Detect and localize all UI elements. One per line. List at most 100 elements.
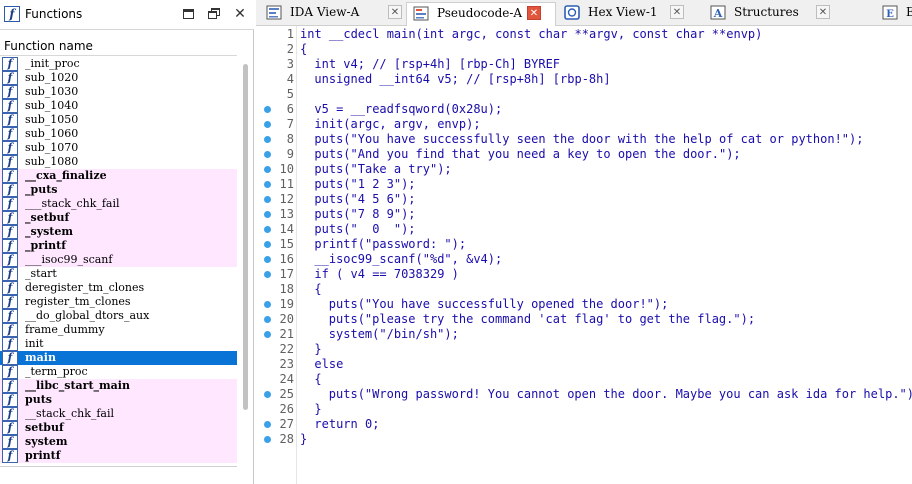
function-item[interactable]: f _printf — [0, 239, 237, 253]
line-number: 14 — [279, 222, 294, 236]
code-line[interactable]: 19 puts("You have successfully opened the… — [256, 297, 912, 312]
code-line[interactable]: 20 puts("please try the command 'cat flag… — [256, 312, 912, 327]
function-icon: f — [2, 365, 18, 379]
function-item[interactable]: f init — [0, 337, 237, 351]
function-item[interactable]: f __stack_chk_fail — [0, 407, 237, 421]
function-item[interactable]: f sub_1080 — [0, 155, 237, 169]
close-tab-button[interactable]: ✕ — [816, 5, 830, 19]
function-icon: f — [4, 6, 20, 22]
code-line[interactable]: 28} — [256, 432, 912, 447]
enums-icon: E — [882, 5, 898, 20]
function-item[interactable]: f frame_dummy — [0, 323, 237, 337]
function-item[interactable]: f __libc_start_main — [0, 379, 237, 393]
line-number: 15 — [279, 237, 294, 251]
function-item[interactable]: f _term_proc — [0, 365, 237, 379]
code-line[interactable]: 14 puts(" 0 "); — [256, 222, 912, 237]
tab-label: IDA View-A — [290, 5, 360, 19]
function-item[interactable]: f ___isoc99_scanf — [0, 253, 237, 267]
code-line[interactable]: 17 if ( v4 == 7038329 ) — [256, 267, 912, 282]
function-item[interactable]: f main — [0, 351, 237, 365]
tab-structures[interactable]: A Structures ✕ — [704, 2, 854, 24]
code-line[interactable]: 7 init(argc, argv, envp); — [256, 117, 912, 132]
function-item[interactable]: f sub_1070 — [0, 141, 237, 155]
function-item[interactable]: f register_tm_clones — [0, 295, 237, 309]
function-item[interactable]: f sub_1060 — [0, 127, 237, 141]
function-icon: f — [2, 267, 18, 281]
function-name: frame_dummy — [25, 323, 105, 336]
code-line[interactable]: 9 puts("And you find that you need a key … — [256, 147, 912, 162]
close-tab-button[interactable]: ✕ — [670, 5, 684, 19]
line-number: 17 — [279, 267, 294, 281]
functions-scrollbar-thumb[interactable] — [243, 64, 248, 410]
code-line[interactable]: 24 { — [256, 372, 912, 387]
code-line[interactable]: 13 puts("7 8 9"); — [256, 207, 912, 222]
function-item[interactable]: f puts — [0, 393, 237, 407]
function-name: _init_proc — [25, 57, 80, 70]
code-line[interactable]: 4 unsigned __int64 v5; // [rsp+8h] [rbp-8… — [256, 72, 912, 87]
function-item[interactable]: f sub_1020 — [0, 71, 237, 85]
function-name: init — [25, 337, 44, 350]
code-line[interactable]: 8 puts("You have successfully seen the do… — [256, 132, 912, 147]
code-line[interactable]: 11 puts("1 2 3"); — [256, 177, 912, 192]
function-icon: f — [2, 225, 18, 239]
restore-button[interactable] — [206, 6, 222, 22]
function-item[interactable]: f sub_1030 — [0, 85, 237, 99]
svg-text:E: E — [886, 9, 894, 20]
function-item[interactable]: f setbuf — [0, 421, 237, 435]
code-line[interactable]: 21 system("/bin/sh"); — [256, 327, 912, 342]
pseudocode-view[interactable]: 1 int __cdecl main(int argc, const char *… — [256, 26, 912, 484]
code-line[interactable]: 3 int v4; // [rsp+4h] [rbp-Ch] BYREF — [256, 57, 912, 72]
function-item[interactable]: f sub_1040 — [0, 99, 237, 113]
function-icon: f — [2, 393, 18, 407]
function-icon: f — [2, 351, 18, 365]
code-line[interactable]: 1 int __cdecl main(int argc, const char *… — [256, 27, 912, 42]
function-item[interactable]: f _puts — [0, 183, 237, 197]
code-text: __isoc99_scanf("%d", &v4); — [314, 252, 503, 266]
code-line[interactable]: 25 puts("Wrong password! You cannot open … — [256, 387, 912, 402]
code-line[interactable]: 2{ — [256, 42, 912, 57]
function-item[interactable]: f __do_global_dtors_aux — [0, 309, 237, 323]
minimize-button[interactable] — [180, 6, 196, 22]
tab-pseudocode[interactable]: Pseudocode-A ✕ — [406, 2, 556, 27]
ida-view-icon — [266, 5, 282, 20]
line-number: 27 — [279, 417, 294, 431]
function-item[interactable]: f _init_proc — [0, 57, 237, 71]
code-line[interactable]: 12 puts("4 5 6"); — [256, 192, 912, 207]
code-line[interactable]: 18 { — [256, 282, 912, 297]
code-line[interactable]: 5 — [256, 87, 912, 102]
function-item[interactable]: f printf — [0, 449, 237, 463]
function-name: _setbuf — [25, 211, 70, 224]
function-item[interactable]: f _system — [0, 225, 237, 239]
function-item[interactable]: f __cxa_finalize — [0, 169, 237, 183]
code-text: { — [314, 372, 322, 386]
function-icon: f — [2, 407, 18, 421]
function-name: register_tm_clones — [25, 295, 131, 308]
code-line[interactable]: 27 return 0; — [256, 417, 912, 432]
function-item[interactable]: f _start — [0, 267, 237, 281]
line-number: 7 — [286, 117, 294, 131]
tab-hex-view[interactable]: Hex View-1 ✕ — [558, 2, 698, 24]
function-item[interactable]: f system — [0, 435, 237, 449]
function-item[interactable]: f sub_1050 — [0, 113, 237, 127]
code-line[interactable]: 10 puts("Take a try"); — [256, 162, 912, 177]
tab-enums[interactable]: E En — [876, 2, 912, 24]
function-item[interactable]: f ___stack_chk_fail — [0, 197, 237, 211]
function-name: _puts — [25, 183, 58, 196]
code-line[interactable]: 6 v5 = __readfsqword(0x28u); — [256, 102, 912, 117]
tab-ida-view[interactable]: IDA View-A ✕ — [260, 2, 410, 24]
function-item[interactable]: f _setbuf — [0, 211, 237, 225]
code-line[interactable]: 22} — [256, 342, 912, 357]
close-tab-button[interactable]: ✕ — [527, 6, 541, 20]
function-icon: f — [2, 421, 18, 435]
line-number: 6 — [286, 102, 294, 116]
function-item[interactable]: f deregister_tm_clones — [0, 281, 237, 295]
code-line[interactable]: 26} — [256, 402, 912, 417]
function-name-column-header[interactable]: Function name — [0, 36, 237, 56]
line-number: 12 — [279, 192, 294, 206]
close-tab-button[interactable]: ✕ — [388, 5, 402, 19]
code-line[interactable]: 23 else — [256, 357, 912, 372]
function-name: sub_1020 — [25, 71, 79, 84]
close-button[interactable]: ✕ — [232, 6, 248, 22]
code-line[interactable]: 16 __isoc99_scanf("%d", &v4); — [256, 252, 912, 267]
code-line[interactable]: 15 printf("password: "); — [256, 237, 912, 252]
